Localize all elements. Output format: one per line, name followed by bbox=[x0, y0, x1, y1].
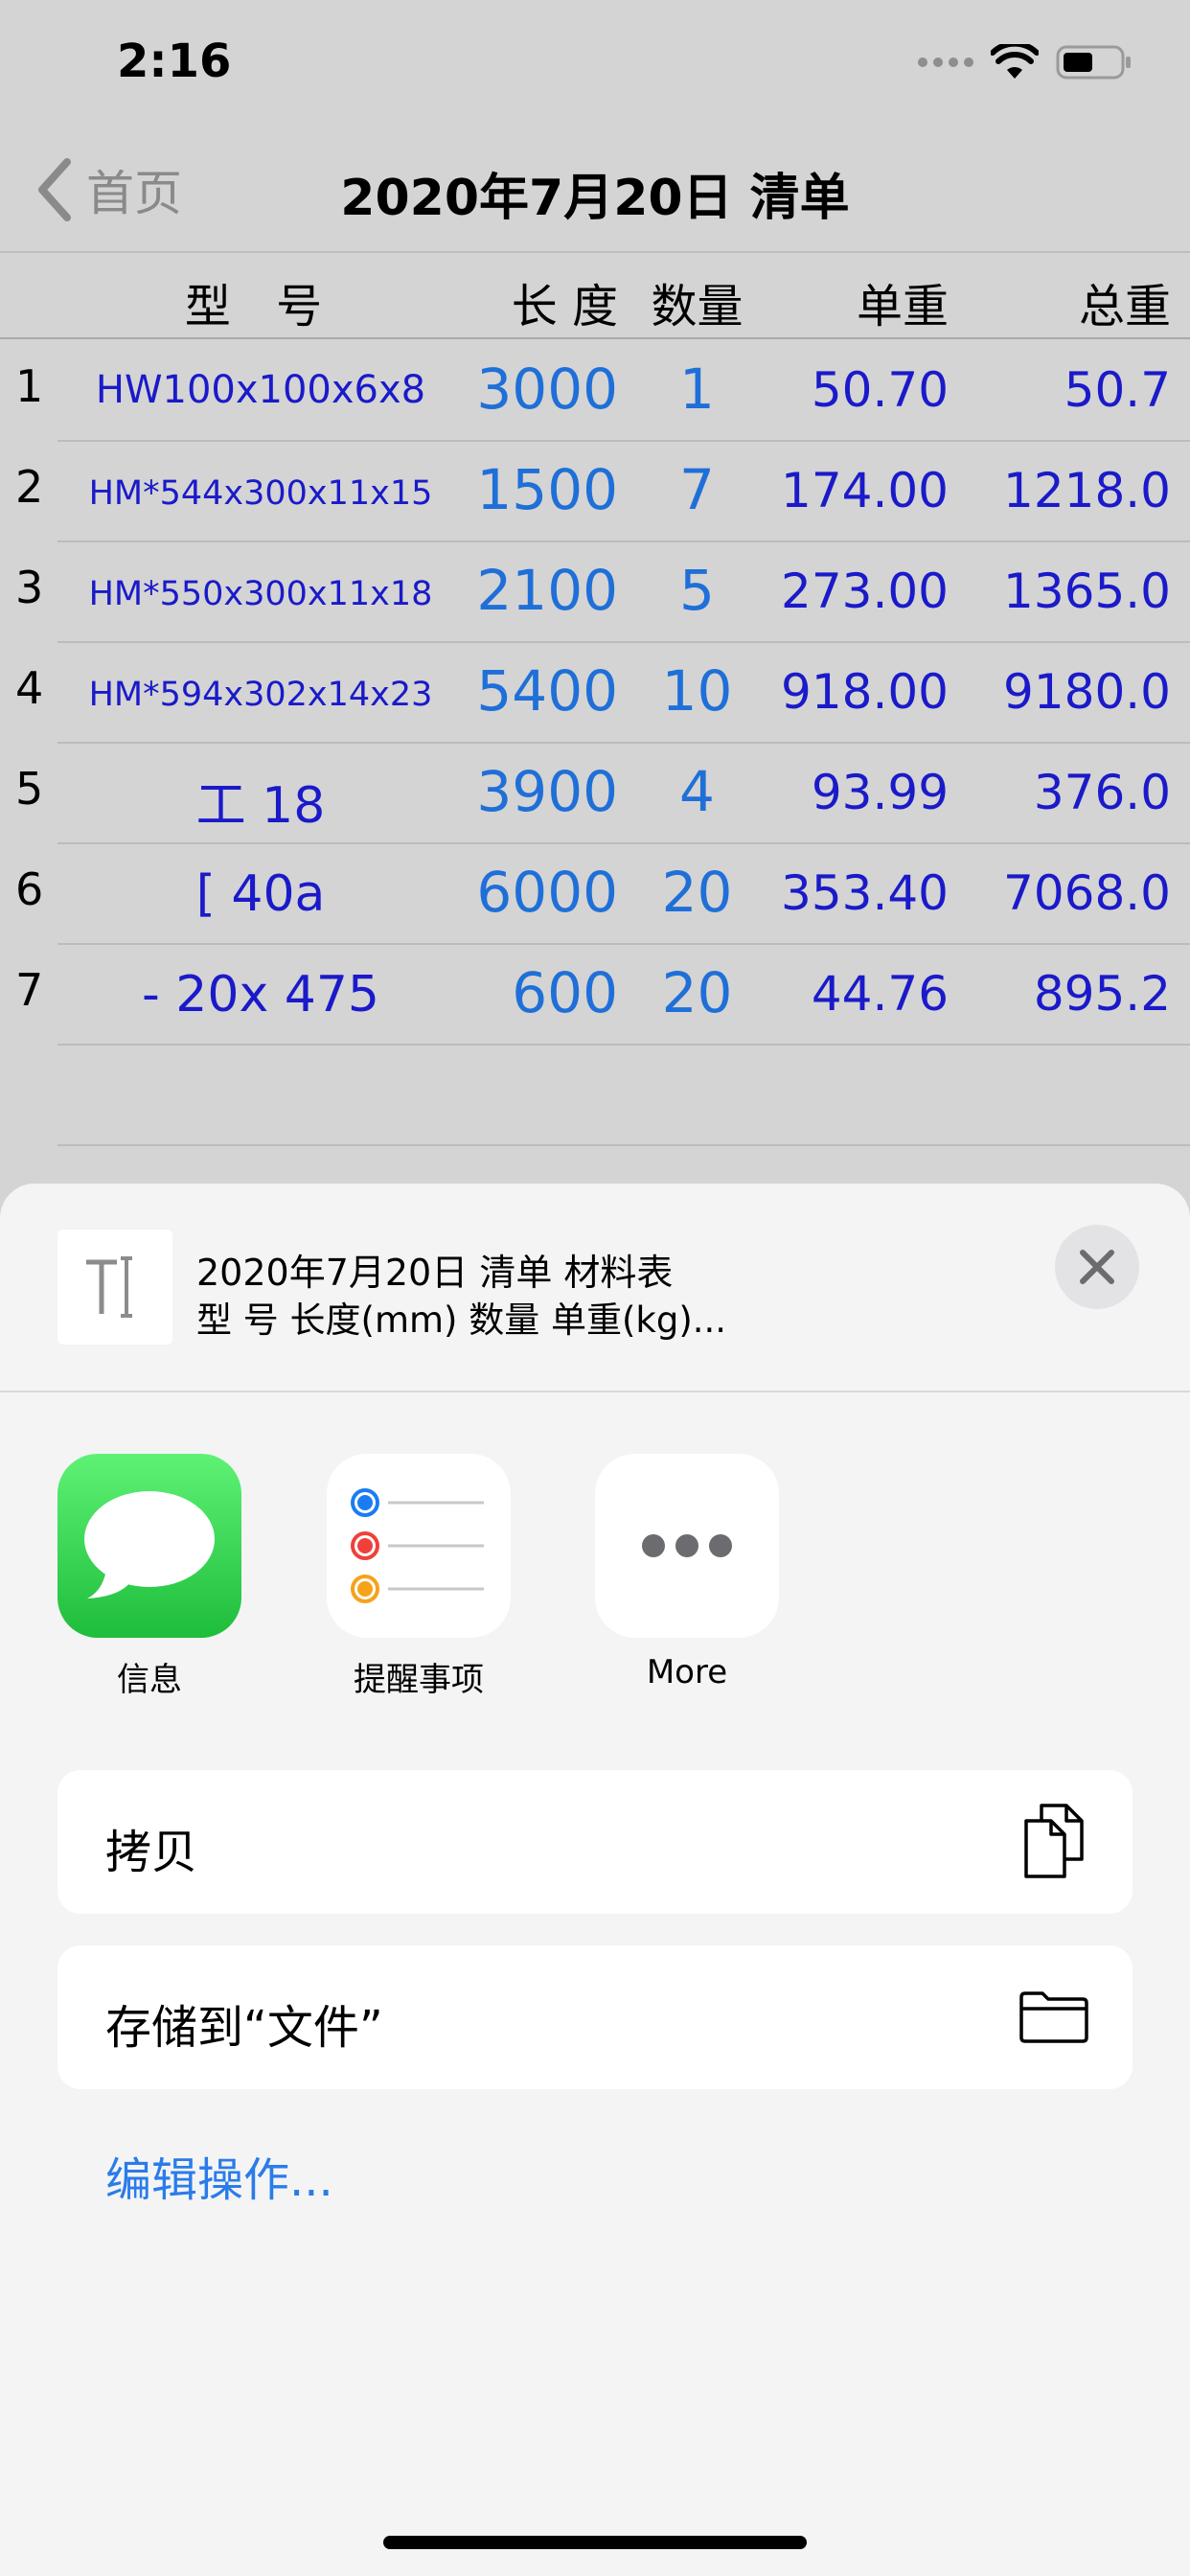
table-row[interactable]: 4 HM*594x302x14x23 5400 10 918.00 9180.0 bbox=[0, 643, 1190, 744]
status-time: 2:16 bbox=[117, 34, 232, 88]
row-qty: 20 bbox=[661, 960, 733, 1025]
row-length: 5400 bbox=[476, 658, 618, 724]
row-unit-weight: 273.00 bbox=[781, 564, 949, 619]
row-length: 3900 bbox=[476, 759, 618, 824]
row-qty: 5 bbox=[679, 558, 715, 623]
row-index: 1 bbox=[15, 360, 44, 412]
table-body: 1 HW100x100x6x8 3000 1 50.70 50.7 2 HM*5… bbox=[0, 341, 1190, 1146]
share-preview-title: 2020年7月20日 清单 材料表 bbox=[196, 1252, 674, 1294]
share-apps-row: 信息 提醒事项 More bbox=[0, 1454, 1190, 1722]
share-preview-subtitle: 型 号 长度(mm) 数量 单重(kg)... bbox=[196, 1300, 727, 1341]
row-model: HM*594x302x14x23 bbox=[88, 676, 433, 714]
row-length: 1500 bbox=[476, 457, 618, 522]
row-index: 2 bbox=[15, 461, 44, 513]
status-bar: 2:16 bbox=[0, 0, 1190, 134]
row-total-weight: 1218.0 bbox=[1003, 463, 1171, 518]
column-header-unit-weight: 单重 bbox=[856, 280, 949, 334]
row-index: 6 bbox=[15, 863, 44, 915]
messages-icon bbox=[57, 1454, 241, 1638]
empty-table-row bbox=[0, 1046, 1190, 1146]
column-header-qty: 数量 bbox=[651, 280, 744, 334]
copy-icon bbox=[1016, 1803, 1092, 1879]
row-model: HM*550x300x11x18 bbox=[88, 575, 433, 613]
row-length: 2100 bbox=[476, 558, 618, 623]
row-index: 3 bbox=[15, 562, 44, 613]
share-app-label: 信息 bbox=[117, 1661, 182, 1699]
battery-icon bbox=[1056, 45, 1131, 80]
row-model: [ 40a bbox=[195, 865, 326, 923]
row-total-weight: 1365.0 bbox=[1003, 564, 1171, 619]
row-length: 6000 bbox=[476, 860, 618, 925]
row-model: - 20x 475 bbox=[141, 966, 379, 1024]
row-total-weight: 895.2 bbox=[1033, 966, 1171, 1022]
page-title: 2020年7月20日 清单 bbox=[340, 170, 850, 227]
column-header-total-weight: 总重 bbox=[1078, 280, 1171, 334]
status-icons bbox=[918, 44, 1133, 80]
table-row[interactable]: 7 - 20x 475 600 20 44.76 895.2 bbox=[0, 945, 1190, 1046]
row-model: HM*544x300x11x15 bbox=[88, 474, 433, 513]
row-qty: 20 bbox=[661, 860, 733, 925]
home-indicator[interactable] bbox=[383, 2536, 807, 2549]
table-row[interactable]: 3 HM*550x300x11x18 2100 5 273.00 1365.0 bbox=[0, 542, 1190, 643]
row-qty: 1 bbox=[679, 356, 715, 422]
row-length: 600 bbox=[512, 960, 618, 1025]
copy-action[interactable]: 拷贝 bbox=[57, 1770, 1133, 1914]
share-app-label: More bbox=[646, 1653, 728, 1691]
table-row[interactable]: 6 [ 40a 6000 20 353.40 7068.0 bbox=[0, 844, 1190, 945]
reminders-icon bbox=[327, 1454, 511, 1638]
more-icon bbox=[595, 1454, 779, 1638]
share-sheet: 2020年7月20日 清单 材料表 型 号 长度(mm) 数量 单重(kg)..… bbox=[0, 1184, 1190, 2576]
share-app-messages[interactable]: 信息 bbox=[57, 1454, 241, 1700]
table-row[interactable]: 2 HM*544x300x11x15 1500 7 174.00 1218.0 bbox=[0, 442, 1190, 542]
navigation-bar: 首页 2020年7月20日 清单 bbox=[0, 134, 1190, 253]
row-model: HW100x100x6x8 bbox=[95, 368, 426, 412]
column-header-length: 长 度 bbox=[511, 280, 618, 334]
save-to-files-action[interactable]: 存储到“文件” bbox=[57, 1945, 1133, 2089]
row-index: 5 bbox=[15, 763, 44, 815]
row-length: 3000 bbox=[476, 356, 618, 422]
table-header: 型 号 长 度 数量 单重 总重 bbox=[0, 255, 1190, 339]
close-button[interactable] bbox=[1055, 1225, 1139, 1309]
copy-action-label: 拷贝 bbox=[105, 1826, 198, 1879]
close-icon bbox=[1080, 1250, 1114, 1284]
row-total-weight: 7068.0 bbox=[1003, 865, 1171, 921]
row-index: 4 bbox=[15, 662, 44, 714]
row-qty: 4 bbox=[679, 759, 715, 824]
row-unit-weight: 44.76 bbox=[811, 966, 949, 1022]
row-total-weight: 9180.0 bbox=[1003, 664, 1171, 720]
row-unit-weight: 918.00 bbox=[781, 664, 949, 720]
share-app-label: 提醒事项 bbox=[354, 1661, 484, 1699]
signal-icon bbox=[918, 58, 973, 67]
share-sheet-header: 2020年7月20日 清单 材料表 型 号 长度(mm) 数量 单重(kg)..… bbox=[0, 1184, 1190, 1392]
wifi-icon bbox=[991, 44, 1039, 79]
column-header-model: 型 号 bbox=[184, 280, 338, 334]
row-unit-weight: 174.00 bbox=[781, 463, 949, 518]
row-total-weight: 376.0 bbox=[1033, 765, 1171, 820]
table-row[interactable]: 5 工 18 3900 4 93.99 376.0 bbox=[0, 744, 1190, 844]
row-unit-weight: 353.40 bbox=[781, 865, 949, 921]
edit-actions-link[interactable]: 编辑操作... bbox=[105, 2142, 333, 2209]
row-qty: 7 bbox=[679, 457, 715, 522]
row-index: 7 bbox=[15, 964, 44, 1016]
row-total-weight: 50.7 bbox=[1064, 362, 1171, 418]
save-to-files-label: 存储到“文件” bbox=[105, 2001, 383, 2055]
folder-icon bbox=[1016, 1978, 1092, 2055]
text-document-icon bbox=[86, 1256, 132, 1318]
table-row[interactable]: 1 HW100x100x6x8 3000 1 50.70 50.7 bbox=[0, 341, 1190, 442]
row-model: 工 18 bbox=[195, 777, 326, 835]
share-app-more[interactable]: More bbox=[595, 1454, 779, 1691]
share-app-reminders[interactable]: 提醒事项 bbox=[327, 1454, 511, 1700]
text-document-thumbnail bbox=[57, 1230, 172, 1345]
row-unit-weight: 50.70 bbox=[811, 362, 949, 418]
row-unit-weight: 93.99 bbox=[811, 765, 949, 820]
row-qty: 10 bbox=[661, 658, 733, 724]
